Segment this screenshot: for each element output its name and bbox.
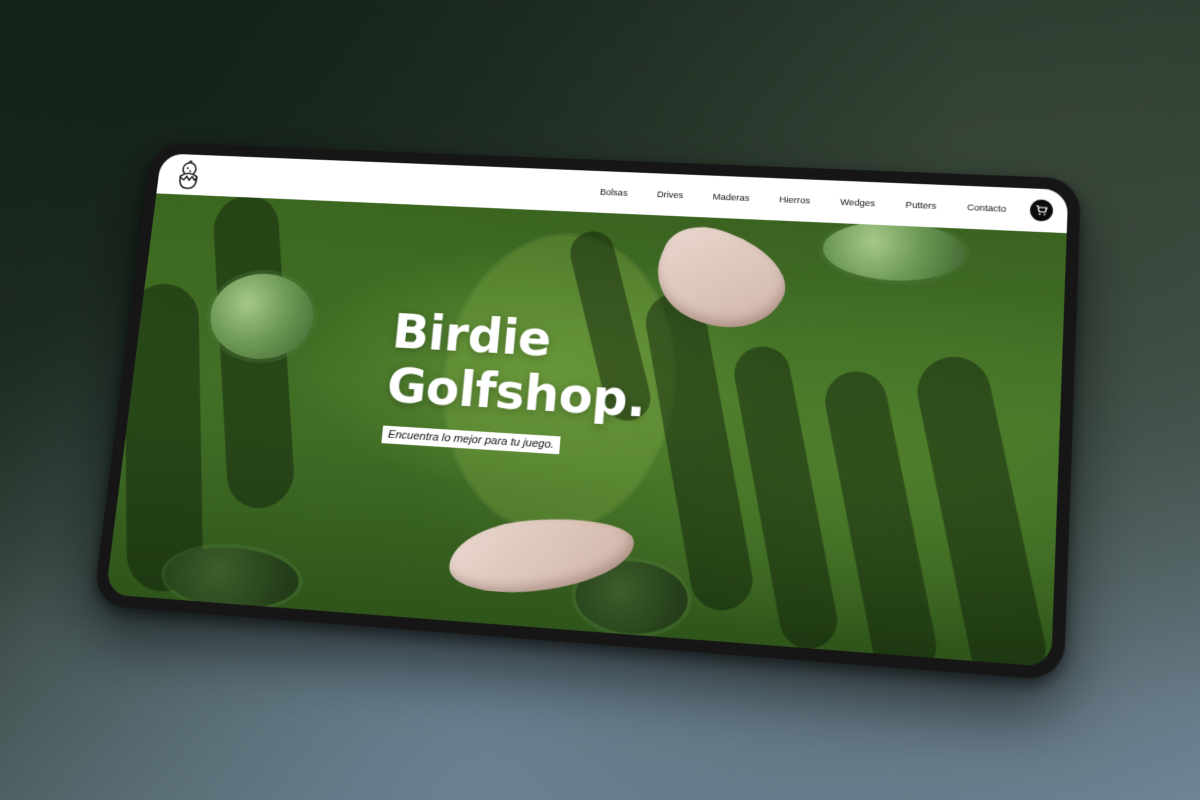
- tree: [821, 218, 968, 284]
- hero-section: Birdie Golfshop. Encuentra lo mejor para…: [381, 303, 652, 459]
- tablet-device: Bolsas Drives Maderas Hierros Wedges Put…: [92, 142, 1082, 681]
- chick-in-egg-icon[interactable]: [173, 158, 204, 192]
- website-screen: Bolsas Drives Maderas Hierros Wedges Put…: [105, 153, 1069, 668]
- tree-shadow: [124, 280, 204, 594]
- nav-item-bolsas[interactable]: Bolsas: [599, 187, 628, 199]
- nav-item-maderas[interactable]: Maderas: [712, 191, 749, 203]
- nav-item-putters[interactable]: Putters: [905, 199, 936, 211]
- cart-button[interactable]: [1029, 199, 1054, 222]
- nav-item-drives[interactable]: Drives: [657, 189, 684, 201]
- nav-item-wedges[interactable]: Wedges: [840, 197, 876, 209]
- tree: [161, 543, 302, 613]
- background-scene: Bolsas Drives Maderas Hierros Wedges Put…: [0, 0, 1200, 800]
- nav-item-contacto[interactable]: Contacto: [967, 202, 1007, 214]
- tree-shadow: [911, 350, 1053, 668]
- nav-item-hierros[interactable]: Hierros: [779, 194, 810, 206]
- hero-title-line-2: Golfshop.: [384, 356, 648, 429]
- tree-shadow: [729, 341, 843, 654]
- hero-title: Birdie Golfshop.: [384, 303, 652, 429]
- cart-icon: [1035, 204, 1048, 216]
